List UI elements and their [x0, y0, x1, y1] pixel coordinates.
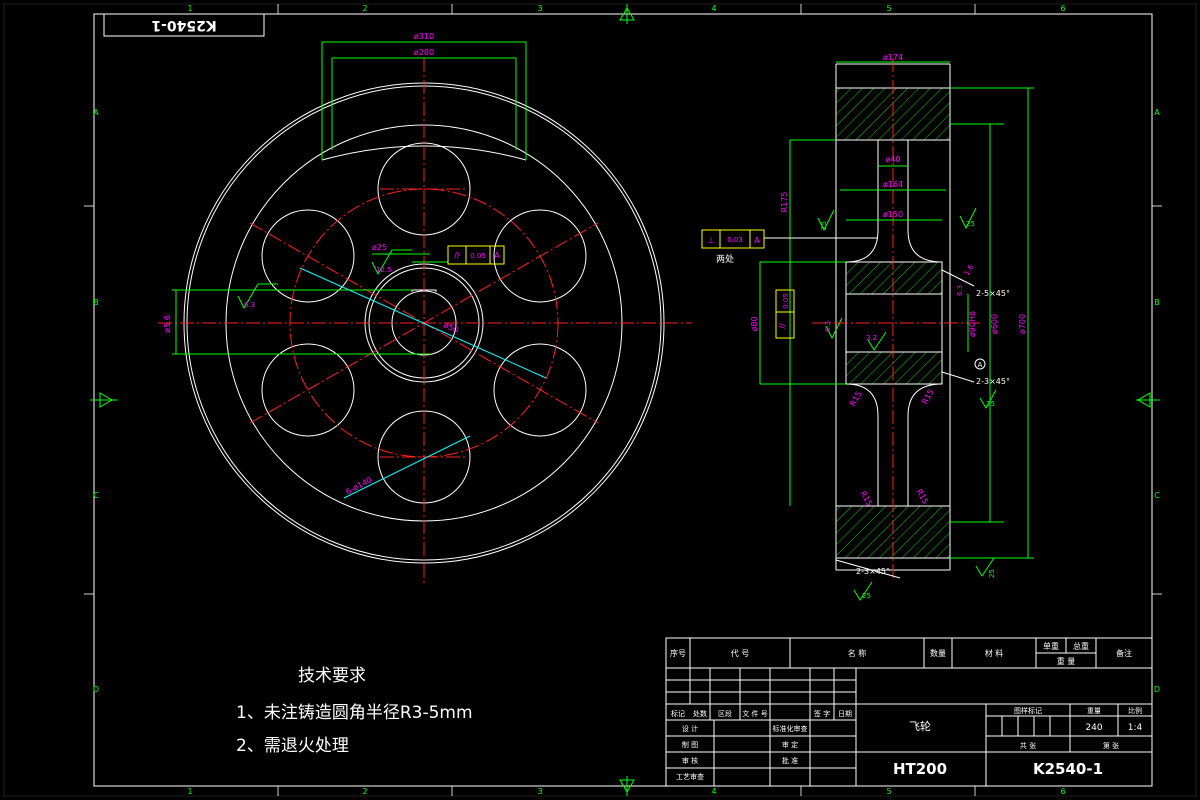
datum-a-label: A — [978, 361, 983, 369]
cad-drawing: 1 2 3 4 5 6 1 2 3 4 5 6 A B C D A B C D … — [0, 0, 1200, 800]
rough-25-d: 25 — [862, 592, 871, 600]
rough-6-3-b: 6.3 — [956, 285, 964, 296]
rough-6-3-a: 6.3 — [824, 321, 832, 332]
dim-d280: ø280 — [414, 48, 434, 57]
dim-r175: R175 — [780, 192, 789, 213]
tb-rev-sign: 签 字 — [814, 709, 830, 718]
dim-d174: ø174 — [883, 53, 903, 62]
dim-d40: ø40 — [885, 155, 900, 164]
col-label-5b: 5 — [886, 787, 891, 796]
rough-25-b: 25 — [966, 220, 975, 228]
tb-rev-date: 日期 — [838, 710, 852, 718]
tb-qty: 数量 — [930, 648, 946, 658]
col-label-4: 4 — [711, 4, 716, 13]
tb-scale-label: 比例 — [1128, 706, 1142, 715]
chamfer-2-5: 2-5×45° — [976, 289, 1010, 298]
chamfer-2-3-right: 2-3×45° — [976, 377, 1010, 386]
tb-rev-mark: 标记 — [671, 709, 685, 718]
tb-total-weight: 总重 — [1073, 641, 1089, 651]
col-label-5: 5 — [886, 4, 891, 13]
tb-drawing-number: K2540-1 — [1033, 760, 1103, 778]
runout-symbol: ⊥ — [707, 236, 715, 246]
col-label-6: 6 — [1060, 4, 1065, 13]
tb-code: 代 号 — [731, 648, 750, 658]
col-label-3: 3 — [537, 4, 542, 13]
runout-datum: A — [754, 236, 760, 245]
col-label-2b: 2 — [362, 787, 367, 796]
row-label-c: C — [93, 491, 99, 500]
row-label-b-r: B — [1154, 298, 1160, 307]
tb-sheets-total: 共 张 — [1020, 741, 1036, 750]
row-label-b: B — [93, 298, 99, 307]
col-label-6b: 6 — [1060, 787, 1065, 796]
tb-material-value: HT200 — [893, 760, 947, 778]
runout-label: 两处 — [716, 253, 734, 265]
tb-unit-weight: 单重 — [1043, 641, 1059, 651]
dim-d310: ø310 — [414, 32, 434, 41]
rough-25-a: 25 — [820, 221, 828, 230]
col-label-1: 1 — [187, 4, 192, 13]
rough-3-2: 3.2 — [866, 334, 877, 342]
tb-role-standard: 标准化审查 — [773, 724, 808, 733]
row-label-d-r: D — [1154, 685, 1160, 694]
tb-role-design: 设 计 — [682, 724, 698, 733]
row-label-a-r: A — [1154, 108, 1160, 117]
dim-d150: ø150 — [883, 210, 903, 219]
rough-6-3-front: 6.3 — [244, 301, 255, 309]
tb-weight: 重 量 — [1057, 656, 1076, 666]
tb-rev-count: 处数 — [693, 709, 707, 718]
parallel-symbol: // — [778, 323, 787, 329]
chamfer-2-3-bottom: 2-3×45° — [856, 567, 890, 576]
dim-d700: ø700 — [1018, 314, 1027, 334]
tb-remark: 备注 — [1116, 648, 1132, 658]
tb-rev-zone: 区段 — [718, 709, 732, 718]
notes-title: 技术要求 — [298, 666, 366, 686]
parallel-value: 0.05 — [782, 293, 790, 309]
tb-part-name: 飞轮 — [909, 719, 931, 733]
front-tol-value: 0.05 — [470, 252, 486, 260]
front-tol-symbol: // — [454, 251, 460, 260]
dim-d164: ø164 — [883, 180, 903, 189]
drawing-code-text: K2540-1 — [151, 17, 216, 33]
col-label-3b: 3 — [537, 787, 542, 796]
tb-role-check: 审 核 — [682, 756, 698, 765]
tb-weight-value: 240 — [1085, 723, 1102, 733]
dim-d5-6: ø5.6 — [163, 315, 172, 333]
tb-role-review: 审 定 — [782, 740, 798, 749]
tb-material: 材 料 — [985, 648, 1004, 658]
dim-d600: ø600 — [990, 314, 999, 334]
rough-12-5: 12.5 — [376, 266, 392, 274]
tb-rev-doc: 文 件 号 — [742, 709, 767, 718]
tb-weight-label: 重量 — [1087, 707, 1101, 715]
col-label-4b: 4 — [711, 787, 716, 796]
row-label-c-r: C — [1154, 491, 1160, 500]
row-label-a: A — [93, 108, 99, 117]
tb-stage-mark: 图样标记 — [1014, 706, 1042, 715]
col-label-2: 2 — [362, 4, 367, 13]
dim-d90h8: ø90H8 — [968, 311, 977, 337]
notes-item-2: 2、需退火处理 — [236, 736, 349, 756]
dim-d80: ø80 — [750, 316, 759, 331]
dim-d25: ø25 — [372, 243, 387, 252]
notes-item-1: 1、未注铸造圆角半径R3-5mm — [236, 703, 473, 723]
rough-25-e: 25 — [988, 569, 996, 578]
tb-role-process: 工艺审查 — [676, 772, 704, 781]
tb-name: 名 称 — [848, 648, 867, 658]
rough-25-c: 25 — [986, 400, 995, 408]
tb-scale-value: 1:4 — [1128, 723, 1143, 733]
tb-role-draw: 制 图 — [682, 740, 698, 749]
tb-role-approve: 批 准 — [782, 756, 798, 765]
tb-seq: 序号 — [670, 648, 686, 658]
front-tol-datum: A — [494, 251, 500, 260]
tb-sheet-no: 第 张 — [1103, 741, 1119, 750]
col-label-1b: 1 — [187, 787, 192, 796]
row-label-d: D — [93, 685, 99, 694]
runout-value: 0.03 — [727, 236, 743, 244]
